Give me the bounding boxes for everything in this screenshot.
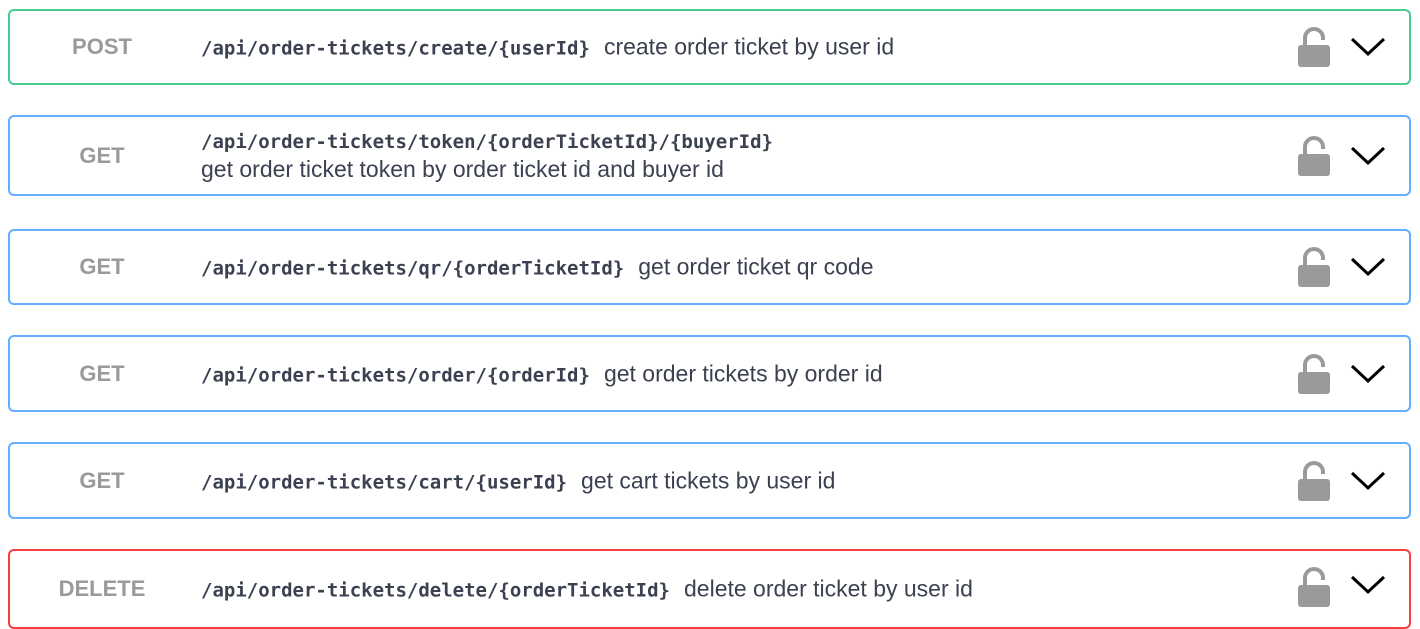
endpoint-description: get order ticket qr code bbox=[638, 253, 874, 280]
chevron-down-icon[interactable] bbox=[1349, 469, 1387, 493]
method-badge: GET bbox=[79, 467, 125, 493]
unlocked-padlock-icon[interactable] bbox=[1297, 353, 1331, 394]
chevron-down-icon[interactable] bbox=[1349, 35, 1387, 59]
endpoint-path: /api/order-tickets/delete/{orderTicketId… bbox=[201, 579, 670, 602]
method-badge: GET bbox=[79, 254, 125, 279]
endpoint-description: delete order ticket by user id bbox=[684, 575, 973, 602]
unlocked-padlock-icon[interactable] bbox=[1297, 135, 1331, 176]
endpoint-description: get order tickets by order id bbox=[603, 360, 883, 386]
operation-get-order[interactable]: GET /api/order-tickets/order/{orderId} ge… bbox=[8, 335, 1411, 412]
unlocked-padlock-icon[interactable] bbox=[1297, 460, 1331, 501]
operation-post-create[interactable]: POST /api/order-tickets/create/{userId} c… bbox=[8, 9, 1411, 85]
method-badge: GET bbox=[79, 142, 125, 168]
endpoint-path: /api/order-tickets/qr/{orderTicketId} bbox=[201, 257, 625, 280]
chevron-down-icon[interactable] bbox=[1349, 255, 1387, 279]
chevron-down-icon[interactable] bbox=[1349, 144, 1387, 168]
method-badge: DELETE bbox=[58, 576, 146, 601]
operation-get-token[interactable]: GET /api/order-tickets/token/{orderTicke… bbox=[8, 115, 1411, 196]
unlocked-padlock-icon[interactable] bbox=[1297, 247, 1331, 287]
operation-summary: /api/order-tickets/delete/{orderTicketId… bbox=[201, 576, 1269, 603]
operation-summary: /api/order-tickets/order/{orderId} get or… bbox=[201, 360, 1269, 387]
method-badge: GET bbox=[79, 360, 125, 386]
operation-summary: /api/order-tickets/qr/{orderTicketId} get… bbox=[201, 254, 1269, 281]
operation-summary: /api/order-tickets/token/{orderTicketId}… bbox=[201, 129, 1269, 183]
endpoint-path: /api/order-tickets/token/{orderTicketId}… bbox=[201, 130, 773, 153]
operation-summary: /api/order-tickets/cart/{userId} get cart… bbox=[201, 467, 1269, 494]
endpoint-description: create order ticket by user id bbox=[603, 33, 895, 60]
endpoint-path: /api/order-tickets/create/{userId} bbox=[201, 37, 590, 60]
endpoint-path: /api/order-tickets/order/{orderId} bbox=[201, 364, 590, 386]
chevron-down-icon[interactable] bbox=[1349, 573, 1387, 597]
operation-get-qr[interactable]: GET /api/order-tickets/qr/{orderTicketId… bbox=[8, 229, 1411, 305]
unlocked-padlock-icon[interactable] bbox=[1297, 27, 1331, 67]
endpoint-description: get order ticket token by order ticket i… bbox=[201, 155, 724, 182]
operation-delete[interactable]: DELETE /api/order-tickets/delete/{orderT… bbox=[8, 549, 1411, 629]
method-badge: POST bbox=[72, 34, 132, 59]
endpoint-description: get cart tickets by user id bbox=[581, 467, 836, 493]
operation-get-cart[interactable]: GET /api/order-tickets/cart/{userId} get … bbox=[8, 442, 1411, 519]
operation-summary: /api/order-tickets/create/{userId} create… bbox=[201, 34, 1269, 61]
chevron-down-icon[interactable] bbox=[1349, 362, 1387, 386]
unlocked-padlock-icon[interactable] bbox=[1297, 567, 1331, 607]
endpoint-path: /api/order-tickets/cart/{userId} bbox=[201, 471, 568, 493]
